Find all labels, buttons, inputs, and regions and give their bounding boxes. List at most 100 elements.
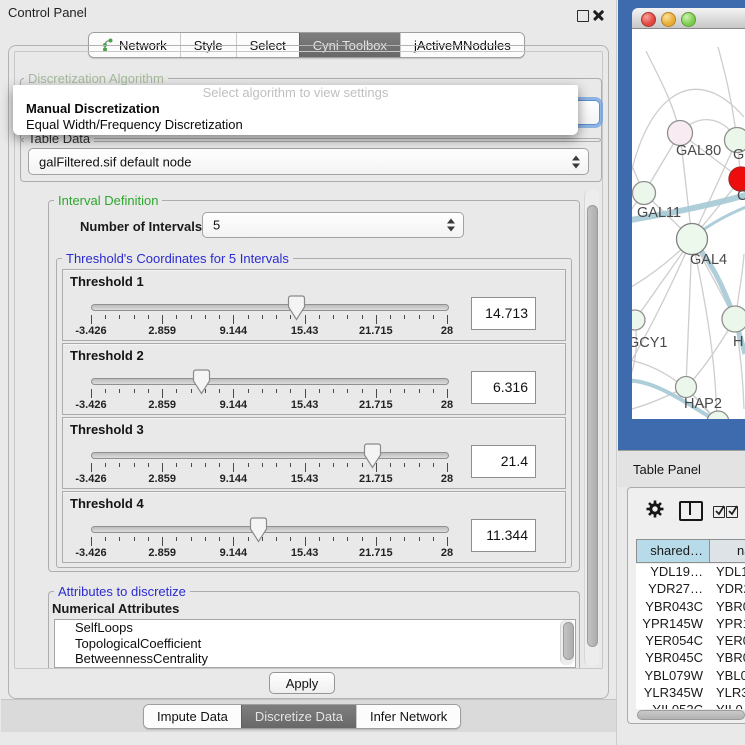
table-row[interactable]: YBL079WYBL0 bbox=[636, 668, 745, 685]
tick-mark bbox=[205, 463, 206, 467]
tick-label: -3.426 bbox=[75, 547, 106, 559]
numerical-attributes-label: Numerical Attributes bbox=[52, 601, 179, 616]
settings-gear-icon[interactable] bbox=[646, 500, 664, 518]
cell-shared-name: YPR145W bbox=[636, 616, 710, 633]
tick-mark bbox=[376, 389, 377, 398]
tick-mark bbox=[305, 389, 306, 398]
table-row[interactable]: YBR045CYBR0 bbox=[636, 650, 745, 667]
table-scrollbar-thumb[interactable] bbox=[637, 710, 745, 720]
tick-mark bbox=[404, 463, 405, 467]
float-window-icon[interactable] bbox=[577, 10, 589, 22]
tab-discretize-data[interactable]: Discretize Data bbox=[241, 705, 356, 728]
tick-mark bbox=[105, 315, 106, 319]
attributes-list-scrollbar-thumb[interactable] bbox=[563, 622, 574, 660]
settings-scrollbar-thumb[interactable] bbox=[587, 205, 598, 647]
network-node-gcy1[interactable] bbox=[632, 310, 645, 330]
attribute-item-topologicalcoefficient[interactable]: TopologicalCoefficient bbox=[55, 636, 575, 652]
number-of-intervals-combo[interactable]: 5 bbox=[202, 212, 464, 238]
network-canvas[interactable]: GAL80GCGAL11GAL4GCY1HHAP2 bbox=[632, 29, 745, 419]
cell-name: YDL1 bbox=[710, 564, 745, 581]
tick-label: 21.715 bbox=[359, 399, 393, 411]
threshold-3-slider-handle[interactable] bbox=[363, 443, 382, 469]
checked-checkbox-icon[interactable] bbox=[713, 506, 725, 518]
tick-label: 2.859 bbox=[148, 473, 176, 485]
close-icon[interactable] bbox=[592, 9, 605, 22]
numerical-attributes-list[interactable]: SelfLoopsTopologicalCoefficientBetweenne… bbox=[54, 619, 576, 668]
tick-mark bbox=[433, 315, 434, 319]
table-data-combo[interactable]: galFiltered.sif default node bbox=[28, 148, 589, 175]
tick-mark bbox=[105, 537, 106, 541]
tab-impute-data[interactable]: Impute Data bbox=[144, 705, 241, 728]
threshold-4-value-field[interactable]: 11.344 bbox=[471, 519, 536, 552]
threshold-1-slider-track[interactable] bbox=[91, 304, 449, 311]
interval-definition-group-title: Interval Definition bbox=[54, 193, 162, 208]
threshold-4-slider-track[interactable] bbox=[91, 526, 449, 533]
tick-mark bbox=[91, 463, 92, 472]
table-row[interactable]: YDL19…YDL1 bbox=[636, 564, 745, 581]
threshold-3-panel: Threshold 3-3.4262.8599.14415.4321.71528… bbox=[62, 417, 566, 489]
tick-mark bbox=[134, 537, 135, 541]
threshold-1-slider-handle[interactable] bbox=[287, 295, 306, 321]
minimize-traffic-light-icon[interactable] bbox=[661, 12, 676, 27]
network-window-titlebar[interactable] bbox=[632, 8, 745, 29]
tick-label: 9.144 bbox=[220, 399, 248, 411]
network-node-hap2[interactable] bbox=[676, 377, 697, 398]
settings-vertical-scrollbar[interactable] bbox=[584, 190, 599, 666]
algorithm-option-manual-discretization[interactable]: Manual Discretization bbox=[13, 101, 578, 117]
tab-infer-network[interactable]: Infer Network bbox=[356, 705, 460, 728]
zoom-traffic-light-icon[interactable] bbox=[681, 12, 696, 27]
table-panel-title: Table Panel bbox=[633, 462, 701, 477]
network-graph[interactable]: GAL80GCGAL11GAL4GCY1HHAP2 bbox=[632, 29, 745, 419]
table-row[interactable]: YDR27…YDR2 bbox=[636, 581, 745, 598]
table-horizontal-scrollbar[interactable] bbox=[636, 709, 745, 720]
threshold-1-value-field[interactable]: 14.713 bbox=[471, 297, 536, 330]
tick-mark bbox=[276, 537, 277, 541]
apply-button[interactable]: Apply bbox=[269, 672, 335, 694]
tick-mark bbox=[419, 537, 420, 541]
threshold-2-value-field[interactable]: 6.316 bbox=[471, 371, 536, 404]
network-view-window[interactable]: GAL80GCGAL11GAL4GCY1HHAP2 bbox=[632, 8, 745, 419]
table-row[interactable]: YBR043CYBR0 bbox=[636, 599, 745, 616]
checked-checkbox-icon[interactable] bbox=[726, 506, 738, 518]
threshold-2-slider-track[interactable] bbox=[91, 378, 449, 385]
tick-mark bbox=[404, 537, 405, 541]
algorithm-option-equal-width-frequency-discretization[interactable]: Equal Width/Frequency Discretization bbox=[13, 117, 578, 133]
network-edge bbox=[632, 239, 692, 374]
threshold-3-slider-track[interactable] bbox=[91, 452, 449, 459]
table-row[interactable]: YLR345WYLR3 bbox=[636, 685, 745, 702]
threshold-4-slider-handle[interactable] bbox=[249, 517, 268, 543]
network-node-gal4[interactable] bbox=[677, 224, 708, 255]
tick-mark bbox=[134, 389, 135, 393]
attribute-item-betweennesscentrality[interactable]: BetweennessCentrality bbox=[55, 651, 575, 667]
close-traffic-light-icon[interactable] bbox=[641, 12, 656, 27]
table-row[interactable]: YER054CYER0 bbox=[636, 633, 745, 650]
table-row[interactable]: YIL052CYIL0 bbox=[636, 702, 745, 709]
tick-mark bbox=[447, 389, 448, 398]
network-node-gal80[interactable] bbox=[668, 121, 693, 146]
tick-mark bbox=[205, 537, 206, 541]
tick-mark bbox=[390, 315, 391, 319]
tick-label: 28 bbox=[441, 473, 453, 485]
tick-label: 15.43 bbox=[291, 547, 319, 559]
thresholds-group-title: Threshold's Coordinates for 5 Intervals bbox=[62, 251, 293, 266]
attribute-item-selfloops[interactable]: SelfLoops bbox=[55, 620, 575, 636]
threshold-2-slider-handle[interactable] bbox=[192, 369, 211, 395]
table-row[interactable]: YPR145WYPR1 bbox=[636, 616, 745, 633]
column-header-shared-name[interactable]: shared… bbox=[636, 539, 710, 563]
updown-arrows-icon bbox=[572, 155, 580, 168]
column-header-name[interactable]: na bbox=[710, 539, 745, 563]
network-node-gal11[interactable] bbox=[633, 182, 656, 205]
attributes-list-scrollbar[interactable] bbox=[560, 620, 574, 665]
network-node-h[interactable] bbox=[722, 306, 745, 332]
tick-mark bbox=[433, 463, 434, 467]
tick-mark bbox=[433, 389, 434, 393]
split-table-icon[interactable] bbox=[679, 501, 703, 521]
slider-handle bbox=[249, 517, 268, 543]
node-attribute-table: shared… na YDL19…YDL1YDR27…YDR2YBR043CYB… bbox=[636, 539, 745, 563]
tick-mark bbox=[219, 463, 220, 467]
threshold-3-value-field[interactable]: 21.4 bbox=[471, 445, 536, 478]
slider-handle bbox=[192, 369, 211, 395]
network-node[interactable] bbox=[707, 411, 729, 419]
tick-mark bbox=[404, 315, 405, 319]
tick-label: 21.715 bbox=[359, 473, 393, 485]
